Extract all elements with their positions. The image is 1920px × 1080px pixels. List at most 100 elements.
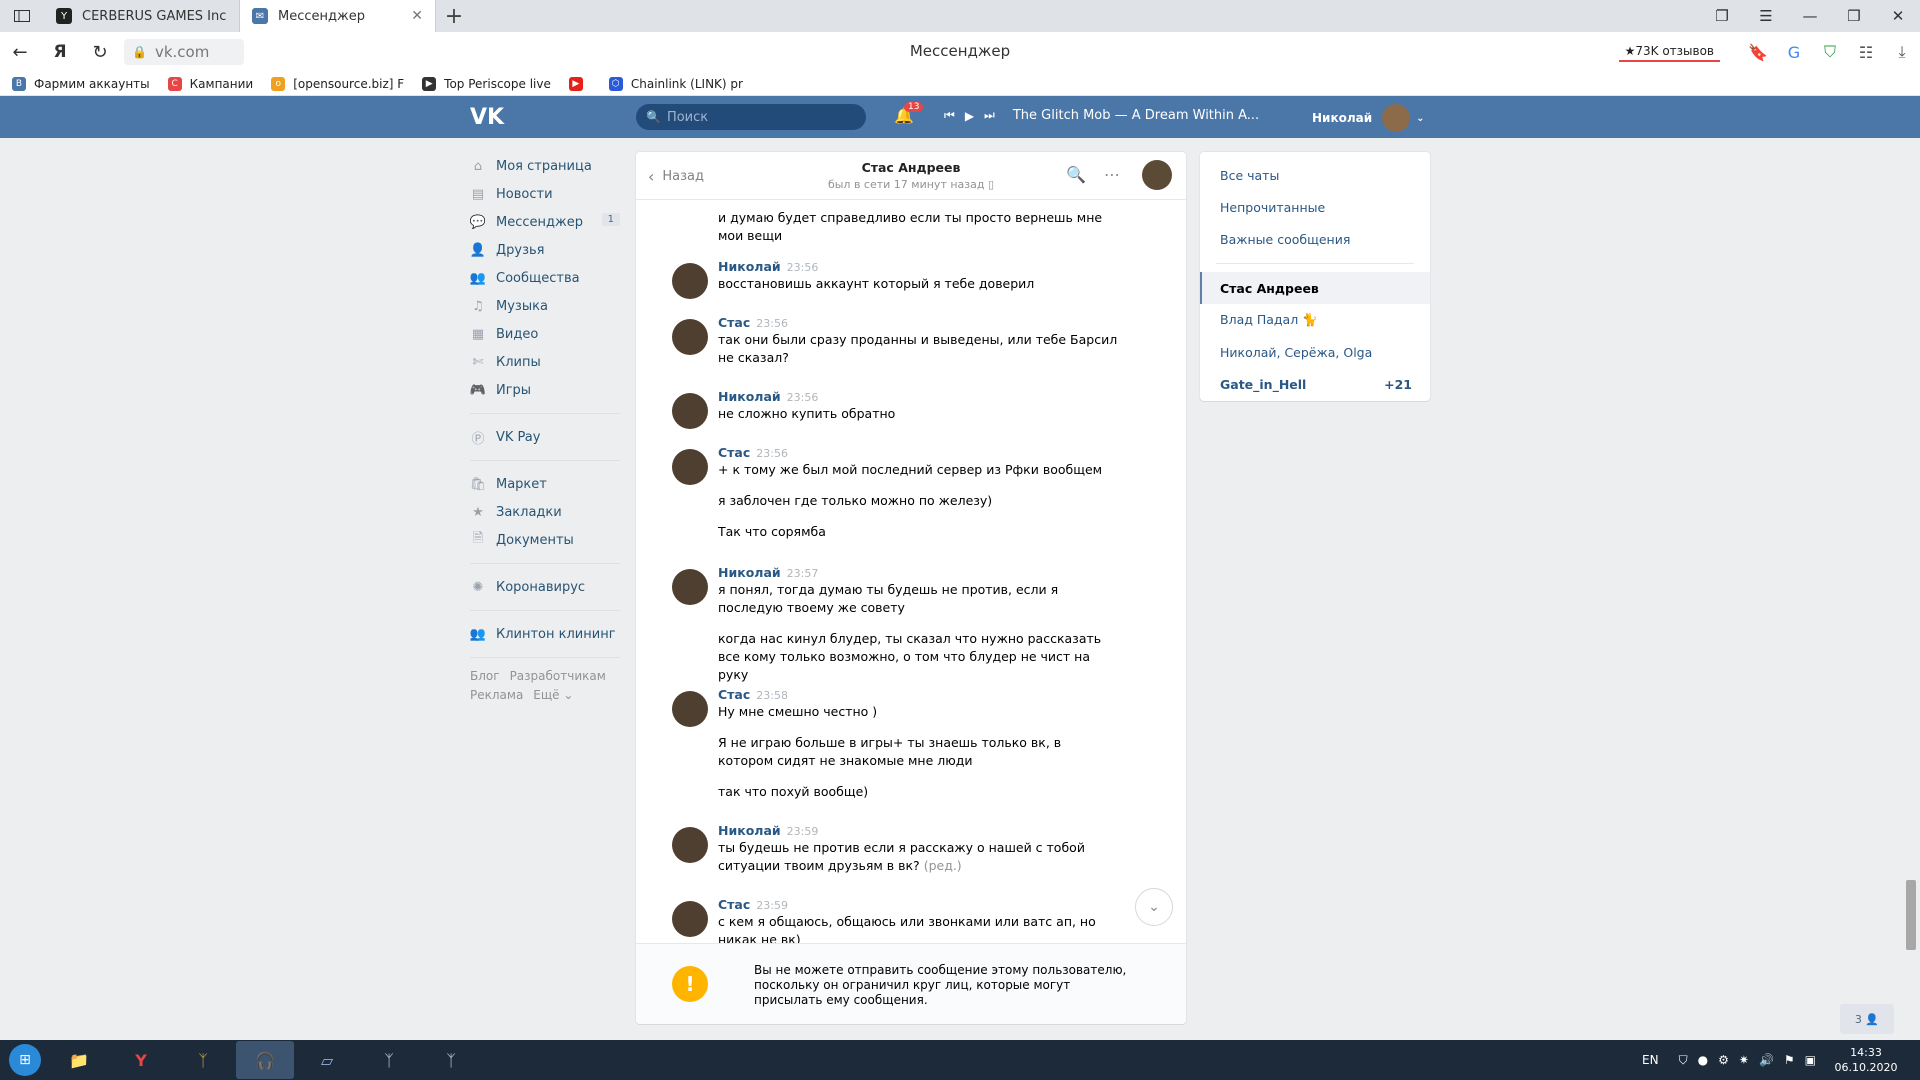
message-author[interactable]: Стас — [718, 315, 750, 330]
footer-more-link[interactable]: Ещё ⌄ — [533, 688, 573, 702]
message-author[interactable]: Николай — [718, 389, 781, 404]
tab-cerberus[interactable]: Y CERBERUS GAMES Inc — [44, 0, 240, 32]
menu-clips[interactable]: ✄ Клипы — [470, 348, 620, 376]
page-scrollbar[interactable] — [1906, 880, 1916, 950]
language-indicator[interactable]: EN — [1642, 1053, 1659, 1067]
network-app-icon[interactable]: ● — [1698, 1053, 1708, 1067]
message-author[interactable]: Николай — [718, 823, 781, 838]
volume-icon[interactable]: 🔊 — [1759, 1053, 1774, 1067]
shield-icon[interactable]: ⛉ — [1812, 32, 1848, 72]
chat-item-stas[interactable]: Стас Андреев — [1200, 272, 1430, 304]
filter-important[interactable]: Важные сообщения — [1200, 223, 1430, 255]
message-author[interactable]: Николай — [718, 259, 781, 274]
vk-search-input[interactable]: 🔍 Поиск — [636, 104, 866, 130]
bookmark-periscope[interactable]: ▶ Top Periscope live — [422, 76, 551, 91]
taskbar-yandex[interactable]: Y — [112, 1041, 170, 1079]
bookmarks-panel-icon[interactable]: ❐ — [1700, 0, 1744, 32]
reload-icon[interactable]: ↻ — [80, 32, 120, 72]
menu-messenger[interactable]: 💬 Мессенджер 1 — [470, 208, 620, 236]
back-arrow-icon[interactable]: ← — [0, 32, 40, 72]
window-close-icon[interactable]: ✕ — [1876, 0, 1920, 32]
chat-item-group[interactable]: Николай, Серёжа, Olga — [1200, 336, 1430, 368]
new-tab-button[interactable]: + — [436, 0, 472, 32]
bookmark-chainlink[interactable]: ⬡ Chainlink (LINK) pr — [608, 76, 743, 91]
notifications-bell-icon[interactable]: 🔔 13 — [894, 102, 924, 130]
bookmark-farm-accounts[interactable]: В Фармим аккаунты — [12, 76, 150, 91]
footer-blog-link[interactable]: Блог — [470, 669, 500, 683]
sidebar-panel-icon[interactable]: ☷ — [1848, 32, 1884, 72]
author-avatar[interactable] — [672, 901, 708, 937]
restore-icon[interactable]: ❒ — [1832, 0, 1876, 32]
next-track-icon[interactable]: ⏭ — [984, 108, 995, 123]
menu-video[interactable]: ▦ Видео — [470, 320, 620, 348]
clock[interactable]: 14:33 06.10.2020 — [1826, 1045, 1906, 1075]
menu-groups[interactable]: 👥 Сообщества — [470, 264, 620, 292]
menu-news[interactable]: ▤ Новости — [470, 180, 620, 208]
chat-item-vlad[interactable]: Влад Падал 🐈 — [1200, 304, 1430, 336]
user-menu[interactable]: Николай ⌄ — [1312, 104, 1425, 132]
taskbar-app-2[interactable]: ▱ — [298, 1041, 356, 1079]
menu-clinton-cleaning[interactable]: 👥 Клинтон клининг — [470, 620, 620, 648]
scroll-down-button[interactable]: ⌄ — [1135, 888, 1173, 926]
chat-item-gate[interactable]: Gate_in_Hell +21 — [1200, 368, 1430, 400]
menu-market[interactable]: 🛍 Маркет — [470, 470, 620, 498]
author-avatar[interactable] — [672, 691, 708, 727]
menu-documents[interactable]: 🗎 Документы — [470, 526, 620, 554]
bookmark-campaigns[interactable]: C Кампании — [167, 76, 253, 91]
more-actions-icon[interactable]: ⋯ — [1094, 165, 1130, 184]
start-button[interactable]: ⊞ — [0, 1040, 50, 1080]
taskbar-app-3[interactable]: ᛉ — [360, 1041, 418, 1079]
reviews-badge[interactable]: ★73K отзывов — [1618, 42, 1720, 62]
address-bar[interactable]: 🔒 vk.com — [124, 39, 244, 65]
taskbar-teamspeak[interactable]: 🎧 — [236, 1041, 294, 1079]
menu-icon[interactable]: ☰ — [1744, 0, 1788, 32]
menu-bookmarks[interactable]: ★ Закладки — [470, 498, 620, 526]
bookmark-opensource[interactable]: o [opensource.biz] F — [271, 76, 404, 91]
sidebar-toggle-button[interactable] — [0, 0, 44, 32]
author-avatar[interactable] — [672, 263, 708, 299]
taskbar-app-4[interactable]: ᛉ — [422, 1041, 480, 1079]
menu-music[interactable]: ♫ Музыка — [470, 292, 620, 320]
message-author[interactable]: Стас — [718, 687, 750, 702]
translate-icon[interactable]: G — [1776, 32, 1812, 72]
message-author[interactable]: Стас — [718, 445, 750, 460]
bookmark-youtube[interactable]: ▶ — [568, 76, 591, 91]
play-icon[interactable]: ▶ — [965, 109, 974, 123]
message-author[interactable]: Стас — [718, 897, 750, 912]
vk-logo-icon[interactable]: VK — [470, 105, 504, 130]
previous-track-icon[interactable]: ⏮ — [944, 108, 955, 123]
peer-avatar[interactable] — [1142, 160, 1172, 190]
message-author[interactable]: Николай — [718, 565, 781, 580]
brightness-icon[interactable]: ✷ — [1739, 1053, 1749, 1067]
minimize-icon[interactable]: — — [1788, 0, 1832, 32]
filter-all-chats[interactable]: Все чаты — [1200, 159, 1430, 191]
menu-coronavirus[interactable]: ✺ Коронавирус — [470, 573, 620, 601]
online-friends-button[interactable]: 3 👤 — [1840, 1004, 1894, 1034]
taskbar-explorer[interactable]: 📁 — [50, 1041, 108, 1079]
footer-ads-link[interactable]: Реклама — [470, 688, 523, 702]
footer-dev-link[interactable]: Разработчикам — [510, 669, 606, 683]
filter-unread[interactable]: Непрочитанные — [1200, 191, 1430, 223]
download-icon[interactable]: ⤓ — [1884, 32, 1920, 72]
yandex-icon[interactable]: Я — [40, 32, 80, 72]
author-avatar[interactable] — [672, 569, 708, 605]
message-history: и думаю будет справедливо если ты просто… — [636, 201, 1186, 943]
author-avatar[interactable] — [672, 319, 708, 355]
flag-icon[interactable]: ⚑ — [1784, 1053, 1795, 1067]
chat-search-icon[interactable]: 🔍 — [1058, 165, 1094, 184]
menu-vkpay[interactable]: Ⓟ VK Pay — [470, 423, 620, 451]
track-title[interactable]: The Glitch Mob — A Dream Within A... — [1013, 108, 1259, 123]
steam-icon[interactable]: ⚙ — [1718, 1053, 1729, 1067]
menu-my-page[interactable]: ⌂ Моя страница — [470, 152, 620, 180]
tab-close-icon[interactable]: ✕ — [411, 8, 423, 24]
taskbar-app-1[interactable]: ᛉ — [174, 1041, 232, 1079]
author-avatar[interactable] — [672, 449, 708, 485]
menu-friends[interactable]: 👤 Друзья — [470, 236, 620, 264]
network-icon[interactable]: ▣ — [1805, 1053, 1816, 1067]
tab-messenger[interactable]: ✉ Мессенджер ✕ — [240, 0, 436, 32]
security-icon[interactable]: ⛉ — [1679, 1053, 1688, 1068]
author-avatar[interactable] — [672, 827, 708, 863]
author-avatar[interactable] — [672, 393, 708, 429]
menu-games[interactable]: 🎮 Игры — [470, 376, 620, 404]
bookmark-icon[interactable]: 🔖 — [1740, 32, 1776, 72]
